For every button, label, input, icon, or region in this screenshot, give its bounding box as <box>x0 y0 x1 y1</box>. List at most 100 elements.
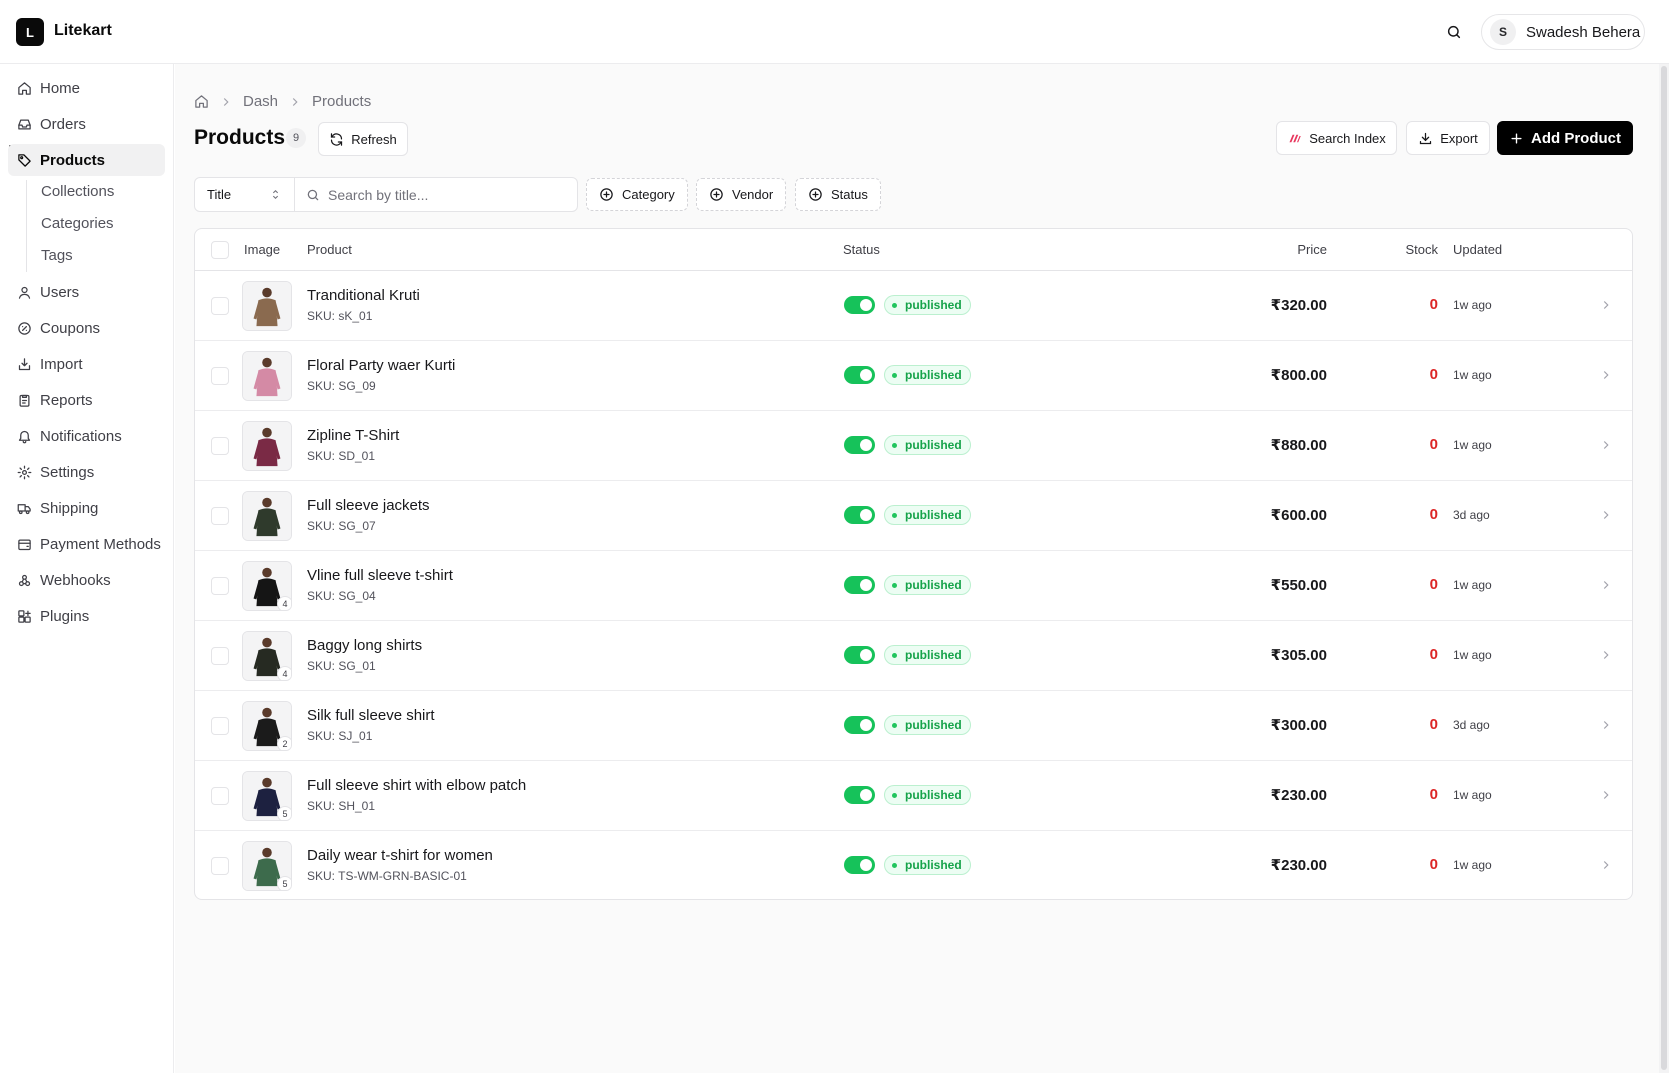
sidebar-subitem-tags[interactable]: Tags <box>41 242 73 268</box>
product-name[interactable]: Tranditional Kruti <box>307 287 420 304</box>
refresh-button[interactable]: Refresh <box>318 122 408 156</box>
chevron-right-icon[interactable] <box>1599 368 1613 382</box>
row-checkbox[interactable] <box>211 437 229 455</box>
app-logo[interactable]: L <box>16 18 44 46</box>
sidebar-item-home[interactable]: Home <box>8 72 165 104</box>
scrollbar-thumb[interactable] <box>1661 66 1667 1070</box>
product-name[interactable]: Full sleeve jackets <box>307 497 430 514</box>
product-thumbnail[interactable]: 4 <box>242 631 292 681</box>
sidebar-subitem-categories[interactable]: Categories <box>41 210 114 236</box>
product-thumbnail[interactable]: 5 <box>242 771 292 821</box>
product-name[interactable]: Full sleeve shirt with elbow patch <box>307 777 526 794</box>
sidebar-item-reports[interactable]: Reports <box>8 384 165 416</box>
row-checkbox[interactable] <box>211 787 229 805</box>
status-label: published <box>905 298 962 312</box>
select-all-checkbox[interactable] <box>211 241 229 259</box>
chevron-right-icon[interactable] <box>1599 858 1613 872</box>
sidebar-item-settings[interactable]: Settings <box>8 456 165 488</box>
chevron-right-icon[interactable] <box>1599 648 1613 662</box>
row-checkbox[interactable] <box>211 857 229 875</box>
publish-toggle[interactable] <box>844 506 875 524</box>
row-checkbox[interactable] <box>211 647 229 665</box>
status-dot-icon <box>892 722 897 728</box>
sidebar-item-plugins[interactable]: Plugins <box>8 600 165 632</box>
publish-toggle[interactable] <box>844 856 875 874</box>
global-search-button[interactable] <box>1441 19 1467 45</box>
product-thumbnail[interactable] <box>242 281 292 331</box>
breadcrumb-home[interactable] <box>194 94 209 109</box>
publish-toggle[interactable] <box>844 646 875 664</box>
chevron-right-icon[interactable] <box>1599 298 1613 312</box>
export-button[interactable]: Export <box>1406 121 1490 155</box>
row-checkbox[interactable] <box>211 367 229 385</box>
product-name[interactable]: Zipline T-Shirt <box>307 427 399 444</box>
column-header-price[interactable]: Price <box>1297 242 1327 257</box>
user-menu[interactable]: S Swadesh Behera <box>1481 14 1645 50</box>
row-checkbox[interactable] <box>211 507 229 525</box>
vendor-filter-button[interactable]: Vendor <box>696 178 787 211</box>
app-name[interactable]: Litekart <box>54 22 112 40</box>
breadcrumb-dash[interactable]: Dash <box>243 93 278 110</box>
row-checkbox[interactable] <box>211 577 229 595</box>
product-name[interactable]: Baggy long shirts <box>307 637 422 654</box>
table-row[interactable]: Floral Party waer Kurti SKU: SG_09 publish… <box>195 341 1632 411</box>
image-count-badge: 4 <box>277 596 291 610</box>
sidebar-item-webhooks[interactable]: Webhooks <box>8 564 165 596</box>
sidebar-item-import[interactable]: Import <box>8 348 165 380</box>
sidebar-item-shipping[interactable]: Shipping <box>8 492 165 524</box>
search-field-select[interactable]: Title <box>194 177 295 212</box>
sidebar-item-users[interactable]: Users <box>8 276 165 308</box>
plus-circle-icon <box>600 188 613 201</box>
row-checkbox[interactable] <box>211 297 229 315</box>
table-row[interactable]: Tranditional Kruti SKU: sK_01 published ₹32… <box>195 271 1632 341</box>
publish-toggle[interactable] <box>844 716 875 734</box>
product-thumbnail[interactable]: 4 <box>242 561 292 611</box>
table-row[interactable]: 4 Baggy long shirts SKU: SG_01 published ₹30… <box>195 621 1632 691</box>
product-name[interactable]: Daily wear t-shirt for women <box>307 847 493 864</box>
table-row[interactable]: Full sleeve jackets SKU: SG_07 published ₹6… <box>195 481 1632 551</box>
table-row[interactable]: Zipline T-Shirt SKU: SD_01 published ₹880.0… <box>195 411 1632 481</box>
table-row[interactable]: 2 Silk full sleeve shirt SKU: SJ_01 publish… <box>195 691 1632 761</box>
column-header-updated[interactable]: Updated <box>1453 242 1502 257</box>
breadcrumb: Dash Products <box>194 93 371 110</box>
status-filter-button[interactable]: Status <box>795 178 881 211</box>
sidebar-item-products[interactable]: Products <box>8 144 165 176</box>
publish-toggle[interactable] <box>844 786 875 804</box>
search-input[interactable] <box>328 186 558 203</box>
import-icon <box>18 357 31 370</box>
search-index-button[interactable]: Search Index <box>1276 121 1397 155</box>
column-header-status[interactable]: Status <box>843 242 880 257</box>
column-header-product[interactable]: Product <box>307 242 352 257</box>
product-name[interactable]: Vline full sleeve t-shirt <box>307 567 453 584</box>
publish-toggle[interactable] <box>844 576 875 594</box>
image-count-badge: 5 <box>277 876 291 890</box>
product-thumbnail[interactable] <box>242 421 292 471</box>
sidebar-subitem-collections[interactable]: Collections <box>41 178 114 204</box>
chevron-right-icon[interactable] <box>1599 578 1613 592</box>
row-checkbox[interactable] <box>211 717 229 735</box>
product-thumbnail[interactable]: 5 <box>242 841 292 891</box>
chevron-right-icon[interactable] <box>1599 438 1613 452</box>
table-row[interactable]: 5 Full sleeve shirt with elbow patch SKU: … <box>195 761 1632 831</box>
publish-toggle[interactable] <box>844 296 875 314</box>
product-thumbnail[interactable] <box>242 491 292 541</box>
category-filter-button[interactable]: Category <box>586 178 688 211</box>
column-header-stock[interactable]: Stock <box>1405 242 1438 257</box>
sidebar-item-coupons[interactable]: Coupons <box>8 312 165 344</box>
table-row[interactable]: 5 Daily wear t-shirt for women SKU: TS-WM-… <box>195 831 1632 899</box>
product-thumbnail[interactable] <box>242 351 292 401</box>
chevron-right-icon[interactable] <box>1599 788 1613 802</box>
product-name[interactable]: Silk full sleeve shirt <box>307 707 435 724</box>
chevron-right-icon[interactable] <box>1599 718 1613 732</box>
add-product-button[interactable]: Add Product <box>1497 121 1633 155</box>
sidebar-item-orders[interactable]: Orders <box>8 108 165 140</box>
product-name[interactable]: Floral Party waer Kurti <box>307 357 455 374</box>
product-thumbnail[interactable]: 2 <box>242 701 292 751</box>
chevron-right-icon[interactable] <box>1599 508 1613 522</box>
sidebar-item-payment-methods[interactable]: Payment Methods <box>8 528 165 560</box>
publish-toggle[interactable] <box>844 366 875 384</box>
product-image <box>243 422 291 470</box>
publish-toggle[interactable] <box>844 436 875 454</box>
sidebar-item-notifications[interactable]: Notifications <box>8 420 165 452</box>
table-row[interactable]: 4 Vline full sleeve t-shirt SKU: SG_04 publ… <box>195 551 1632 621</box>
